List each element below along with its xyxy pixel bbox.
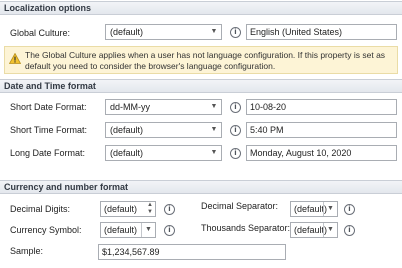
info-icon[interactable]: i	[344, 225, 355, 236]
warning-icon	[9, 53, 21, 64]
decimal-separator-label: Decimal Separator:	[201, 201, 279, 211]
chevron-down-icon[interactable]: ▼	[323, 202, 337, 216]
warning-message: The Global Culture applies when a user h…	[25, 50, 386, 71]
short-date-format-value: dd-MM-yy	[110, 102, 150, 112]
info-icon[interactable]: i	[164, 204, 175, 215]
info-icon[interactable]: i	[344, 204, 355, 215]
info-icon[interactable]: i	[230, 125, 241, 136]
decimal-digits-stepper[interactable]: (default) ▲ ▼	[100, 201, 156, 217]
info-icon[interactable]: i	[164, 225, 175, 236]
currency-symbol-dropdown[interactable]: (default) ▼	[100, 222, 156, 238]
sample-label: Sample:	[10, 246, 44, 256]
short-time-format-value: (default)	[110, 125, 144, 135]
chevron-down-icon[interactable]: ▼	[207, 100, 221, 114]
localization-section-header: Localization options	[0, 1, 402, 15]
global-culture-warning: The Global Culture applies when a user h…	[4, 46, 398, 74]
global-culture-dropdown[interactable]: (default) ▼	[105, 24, 222, 40]
short-date-label: Short Date Format:	[10, 102, 87, 112]
decimal-digits-value: (default)	[104, 204, 138, 214]
thousands-separator-label: Thousands Separator:	[201, 223, 291, 233]
chevron-down-icon[interactable]: ▼	[141, 223, 155, 237]
global-culture-value: (default)	[110, 27, 144, 37]
short-date-format-dropdown[interactable]: dd-MM-yy ▼	[105, 99, 222, 115]
info-icon[interactable]: i	[230, 148, 241, 159]
chevron-down-icon[interactable]: ▼	[323, 223, 337, 237]
chevron-down-icon[interactable]: ▼	[207, 123, 221, 137]
short-time-format-dropdown[interactable]: (default) ▼	[105, 122, 222, 138]
short-time-preview: 5:40 PM	[246, 122, 397, 138]
currency-symbol-label: Currency Symbol:	[10, 225, 82, 235]
datetime-section-header: Date and Time format	[0, 79, 402, 93]
chevron-down-icon[interactable]: ▼	[207, 146, 221, 160]
decimal-digits-label: Decimal Digits:	[10, 204, 71, 214]
global-culture-display: English (United States)	[246, 24, 397, 40]
currency-symbol-value: (default)	[104, 225, 138, 235]
currency-section-header: Currency and number format	[0, 180, 402, 194]
long-date-format-value: (default)	[110, 148, 144, 158]
info-icon[interactable]: i	[230, 102, 241, 113]
long-date-label: Long Date Format:	[10, 148, 86, 158]
sample-preview: $1,234,567.89	[98, 244, 286, 260]
short-time-label: Short Time Format:	[10, 125, 88, 135]
long-date-format-dropdown[interactable]: (default) ▼	[105, 145, 222, 161]
global-culture-label: Global Culture:	[10, 28, 71, 38]
decimal-separator-dropdown[interactable]: (default) ▼	[290, 201, 338, 217]
info-icon[interactable]: i	[230, 27, 241, 38]
long-date-preview: Monday, August 10, 2020	[246, 145, 397, 161]
thousands-separator-dropdown[interactable]: (default) ▼	[290, 222, 338, 238]
stepper-arrows-icon[interactable]: ▲ ▼	[146, 202, 154, 216]
chevron-down-icon[interactable]: ▼	[207, 25, 221, 39]
short-date-preview: 10-08-20	[246, 99, 397, 115]
